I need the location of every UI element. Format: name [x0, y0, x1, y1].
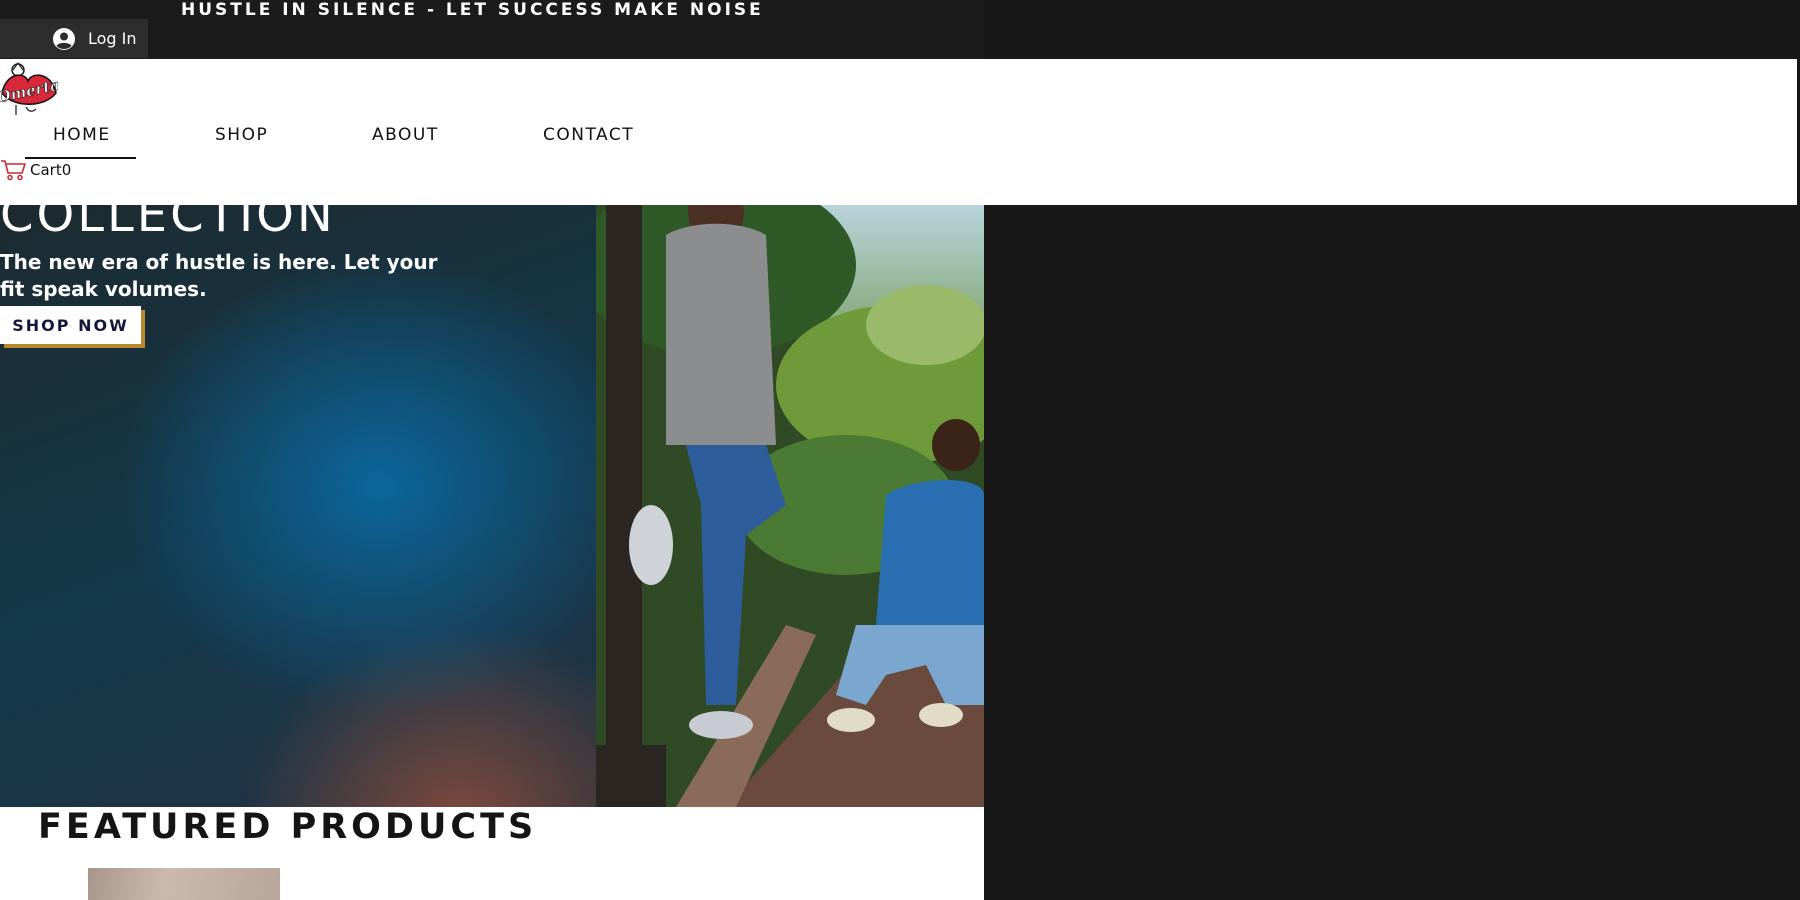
hero-title: COLLECTION: [0, 205, 336, 243]
announcement-text: HUSTLE IN SILENCE - LET SUCCESS MAKE NOI…: [181, 0, 764, 20]
nav-shop[interactable]: SHOP: [215, 123, 268, 147]
cart-icon: [1, 160, 26, 181]
hero-photo: [596, 205, 984, 807]
cart-button[interactable]: Cart0: [0, 159, 71, 181]
hero-subtitle: The new era of hustle is here. Let your …: [0, 250, 438, 301]
featured-title: FEATURED PRODUCTS: [38, 807, 538, 847]
login-button[interactable]: Log In: [0, 19, 148, 58]
omerta-logo[interactable]: Omerta: [0, 61, 58, 115]
nav-contact[interactable]: CONTACT: [543, 123, 634, 147]
shop-now-button[interactable]: SHOP NOW: [0, 306, 141, 344]
featured-section: FEATURED PRODUCTS: [0, 807, 984, 900]
cart-text: Cart: [30, 161, 62, 179]
nav-about[interactable]: ABOUT: [372, 123, 439, 147]
avatar-icon: [53, 27, 75, 50]
hero-section: COLLECTION The new era of hustle is here…: [0, 205, 984, 807]
cart-label: Cart0: [30, 161, 71, 179]
product-thumbnail[interactable]: [88, 868, 280, 900]
login-label: Log In: [88, 29, 137, 48]
cart-count: 0: [61, 161, 72, 179]
site-header: Omerta HOME SHOP ABOUT CONTACT Cart0: [0, 59, 1797, 205]
announcement-bar: HUSTLE IN SILENCE - LET SUCCESS MAKE NOI…: [0, 0, 984, 59]
nav-home[interactable]: HOME: [53, 123, 111, 147]
